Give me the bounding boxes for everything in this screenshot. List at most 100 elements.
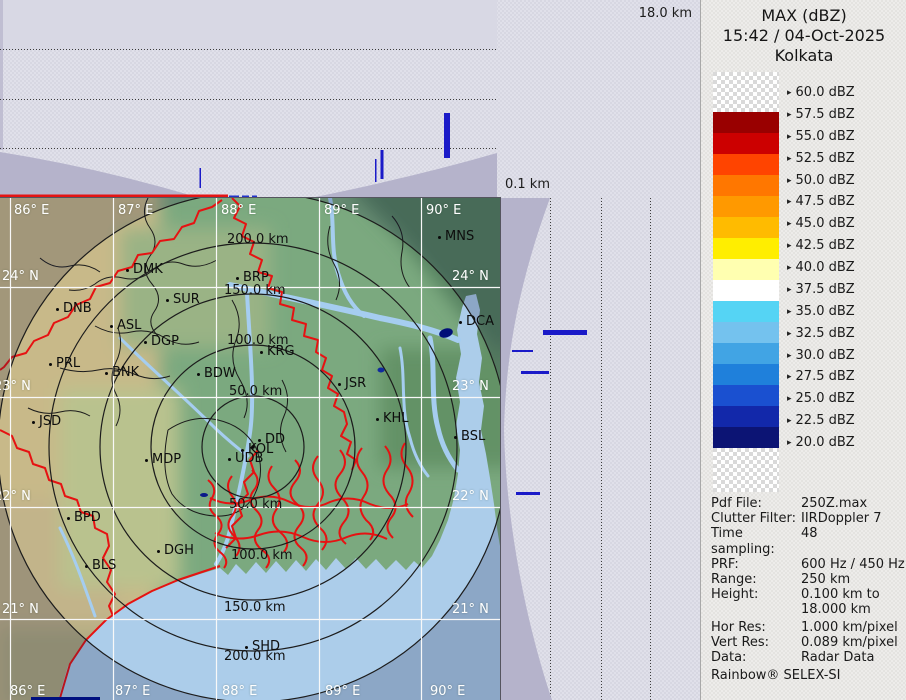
city-dot [67,516,70,520]
scale-tick: ▸ 52.5 dBZ [787,151,855,166]
city-label: BNK [112,365,140,380]
lon-label-top: 90° E [426,203,462,218]
scale-tick: ▸ 50.0 dBZ [787,173,855,188]
range-ring-label: 150.0 km [224,283,286,298]
tick-arrow-icon: ▸ [787,197,792,207]
city-label: SUR [173,292,200,307]
city-dot [166,298,169,302]
city-label: DGH [164,543,194,558]
tick-arrow-icon: ▸ [787,372,792,382]
city-marker-dmk: DMK [126,263,163,277]
radar-display-window: 18.0 km 0.1 km 86° E 87° E 88° E 89° E 9… [0,0,906,700]
tick-arrow-icon: ▸ [787,351,792,361]
city-marker-jsd: JSD [32,415,61,429]
city-label: JSD [39,414,62,429]
lat-label-right: 24° N [452,269,489,284]
city-marker-dca: DCA [459,315,494,329]
city-dot [438,235,441,239]
lat-label-left: 21° N [2,602,39,617]
city-dot [144,340,147,344]
meta-row: Pdf File: 250Z.max [711,496,868,511]
tick-arrow-icon: ▸ [787,329,792,339]
side-height-profile-panel [501,198,651,700]
city-dot [110,324,113,328]
city-label: DGP [151,334,179,349]
tick-arrow-icon: ▸ [787,176,792,186]
city-dot [228,457,231,461]
meta-row: PRF: 600 Hz / 450 Hz [711,556,905,572]
city-label: KRG [267,344,295,359]
scale-tick: ▸ 20.0 dBZ [787,435,855,450]
city-marker-khl: KHL [376,412,409,426]
city-label: SHD [252,639,281,654]
lon-label-bottom: 86° E [10,684,46,699]
tick-arrow-icon: ▸ [787,416,792,426]
city-marker-udb: UDB [228,452,263,466]
city-dot [236,276,239,280]
lat-label-left: 24° N [2,269,39,284]
city-marker-bdw: BDW [197,367,236,381]
height-gridlines [550,198,651,700]
scale-tick: ▸ 47.5 dBZ [787,194,855,209]
meta-row: Time sampling: 48 [711,526,818,557]
scale-band [713,175,779,196]
city-dot [56,307,59,311]
city-label: DMK [133,262,163,277]
meta-row: Hor Res: 1.000 km/pixel [711,619,898,635]
scale-tick: ▸ 32.5 dBZ [787,326,855,341]
min-height-label: 0.1 km [505,177,550,192]
echo-top-bars [512,330,587,495]
scale-tick: ▸ 30.0 dBZ [787,348,855,363]
scale-band [713,217,779,238]
scale-tick: ▸ 25.0 dBZ [787,391,855,406]
city-label: BRP [243,270,269,285]
city-marker-krg: KRG [260,345,295,359]
meta-row: Height: 0.100 km to [711,587,880,603]
city-dot [105,371,108,375]
scale-tick: ▸ 35.0 dBZ [787,304,855,319]
scale-band [713,238,779,259]
scale-band [713,385,779,406]
scale-band [713,133,779,154]
scale-band [713,280,779,301]
tick-arrow-icon: ▸ [787,394,792,404]
lon-label-top: 86° E [14,203,50,218]
city-label: BLS [92,558,117,573]
tick-arrow-icon: ▸ [787,285,792,295]
lat-label-right: 21° N [452,602,489,617]
city-dot [145,458,148,462]
city-marker-bls: BLS [85,559,116,573]
city-dot [85,564,88,568]
scale-band [713,406,779,427]
city-marker-mdp: MDP [145,453,181,467]
legend-panel: MAX (dBZ) 15:42 / 04-Oct-2025 Kolkata ▸ 6… [700,0,906,700]
color-scale [713,72,779,492]
scale-band [713,259,779,280]
scale-tick: ▸ 27.5 dBZ [787,369,855,384]
range-ring-label: 50.0 km [229,497,283,512]
city-label: PRL [56,356,81,371]
city-marker-sur: SUR [166,293,200,307]
scale-band [713,196,779,217]
lon-label-bottom: 88° E [222,684,258,699]
tick-arrow-icon: ▸ [787,110,792,120]
city-label: ASL [117,318,142,333]
legend-title-block: MAX (dBZ) 15:42 / 04-Oct-2025 Kolkata [701,6,906,66]
scale-band [713,301,779,322]
city-label: DCA [466,314,494,329]
product-title: MAX (dBZ) [761,6,847,25]
city-label: KHL [383,411,409,426]
lat-label-left: 23° N [0,379,31,394]
tick-arrow-icon: ▸ [787,307,792,317]
radar-map: 86° E 87° E 88° E 89° E 90° E 86° E 87° … [0,197,501,700]
max-height-label: 18.0 km [638,6,692,21]
city-marker-bpd: BPD [67,511,101,525]
city-marker-brp: BRP [236,271,269,285]
tick-arrow-icon: ▸ [787,438,792,448]
radar-site-name: Kolkata [774,46,834,65]
lat-label-right: 22° N [452,489,489,504]
scale-tick: ▸ 55.0 dBZ [787,129,855,144]
scale-band [713,112,779,133]
scale-checker-bottom [713,448,779,492]
beam-blind-wedges [0,152,497,198]
